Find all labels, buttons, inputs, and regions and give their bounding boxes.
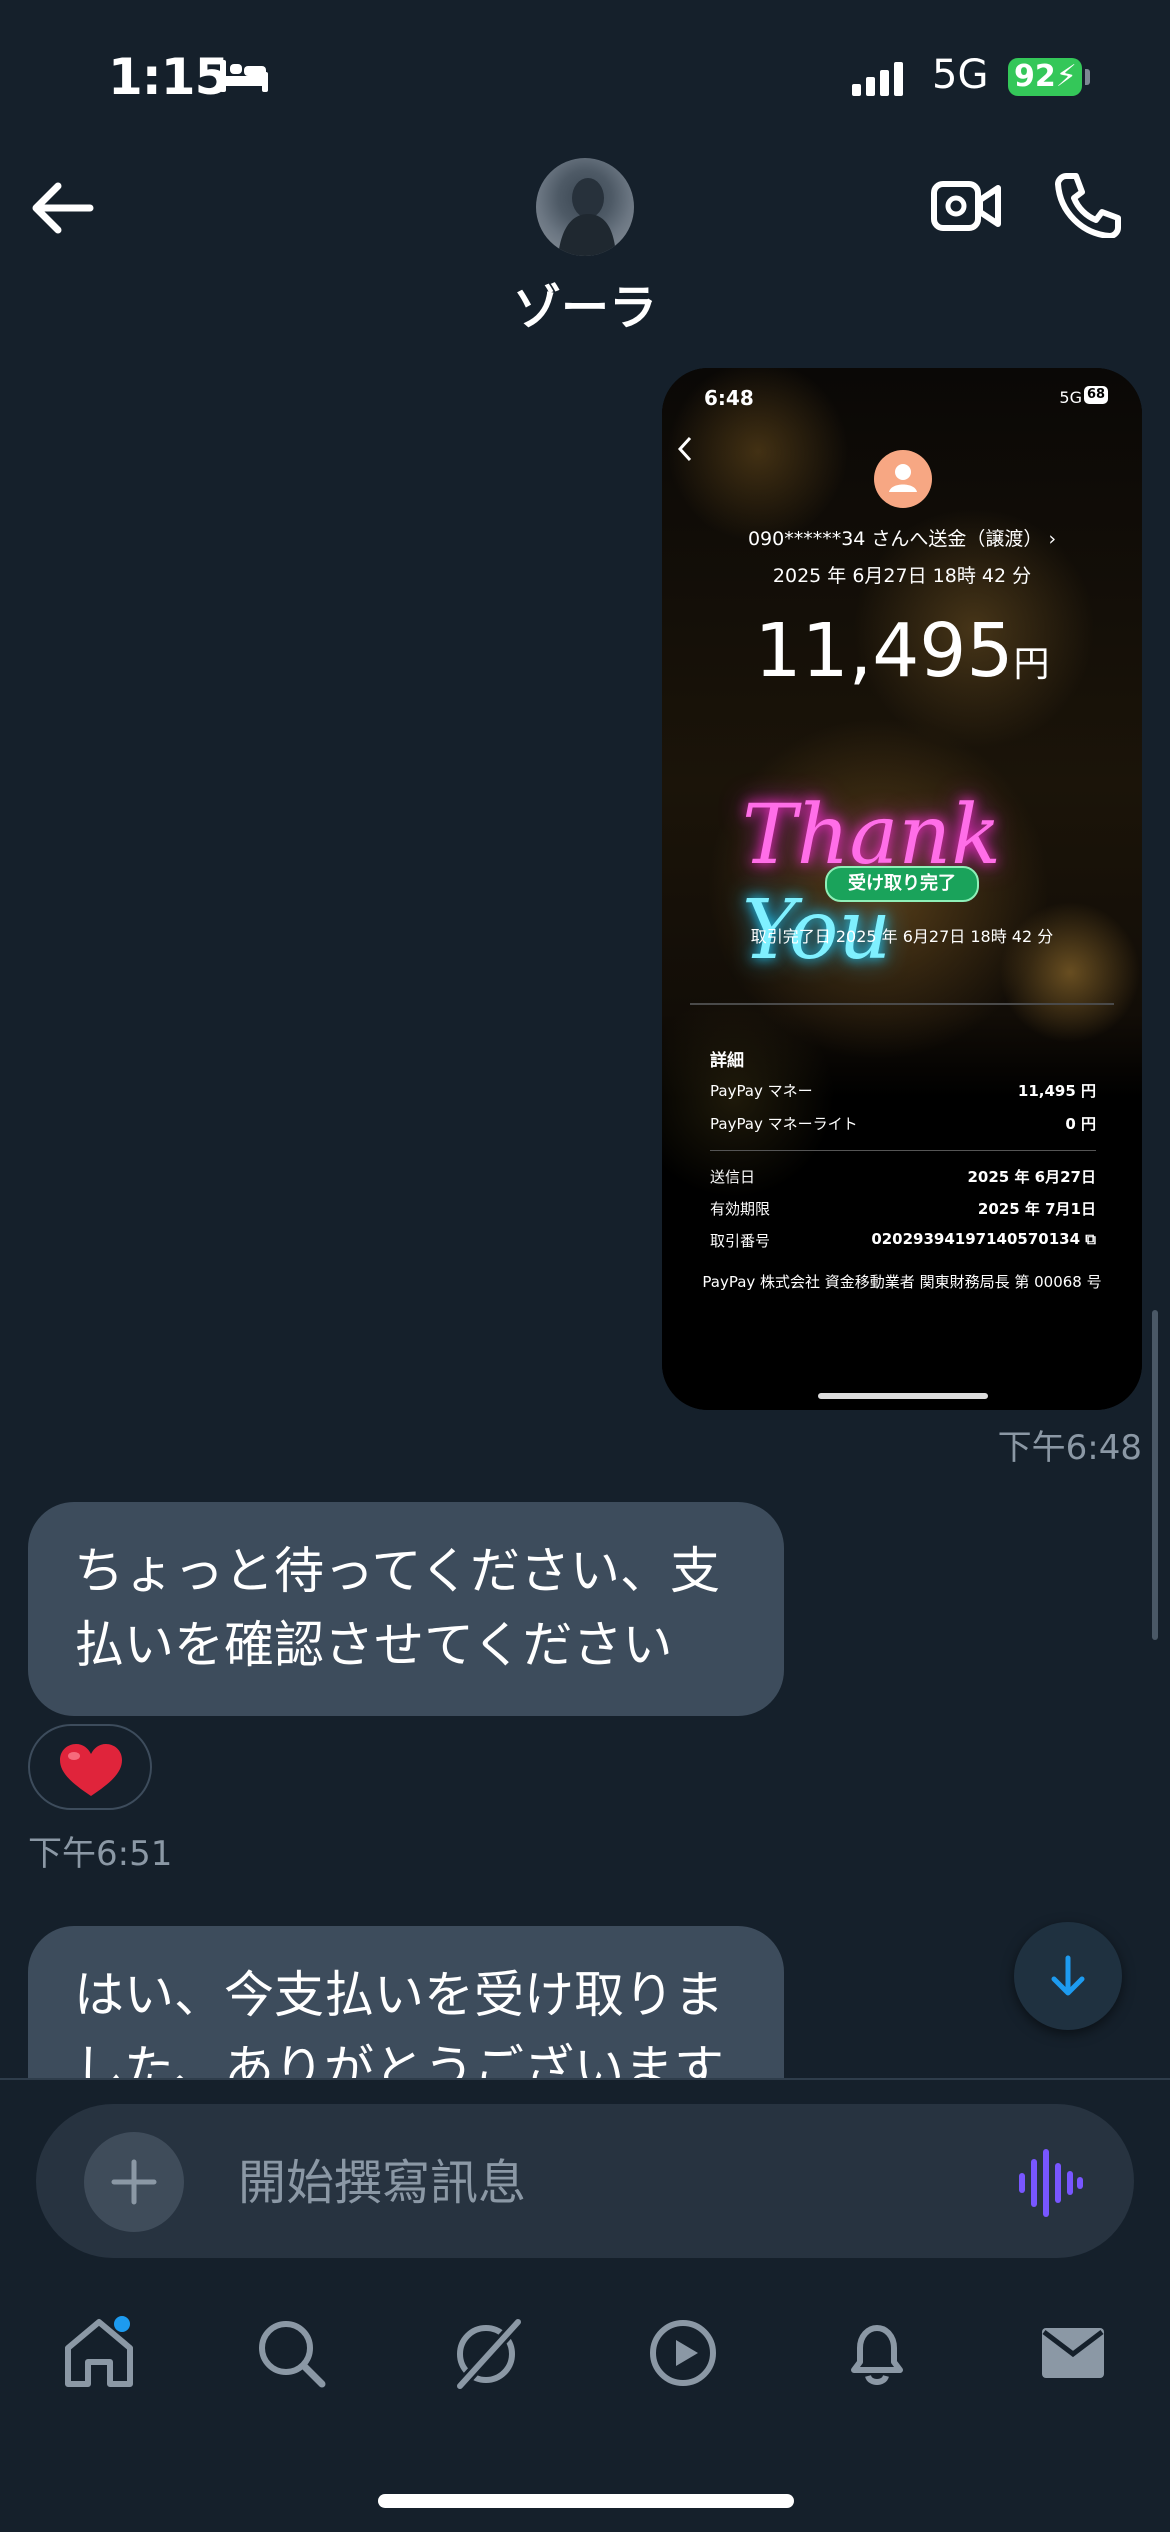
battery-percent: 92 [1014, 59, 1056, 94]
image-home-indicator [818, 1393, 988, 1399]
video-call-icon[interactable] [930, 176, 1002, 236]
battery-cap [1085, 69, 1090, 85]
image-detail-row: PayPay マネー 11,495 円 [710, 1080, 1096, 1101]
heart-icon [60, 1744, 122, 1796]
scrollbar[interactable] [1152, 1310, 1158, 1640]
search-icon[interactable] [254, 2316, 328, 2390]
image-amount: 11,495円 [662, 608, 1142, 694]
payment-screenshot-image[interactable]: 6:48 5G 68 090******34 さんへ送金（譲渡） › 2025 … [662, 368, 1142, 1410]
cell-signal-icon [852, 62, 903, 96]
arrow-down-icon [1051, 1955, 1085, 1996]
row-value: 2025 年 7月1日 [977, 1200, 1096, 1218]
row-value: 11,495 円 [1017, 1082, 1096, 1100]
image-divider [690, 1003, 1114, 1005]
battery-level: 92⚡ [1008, 58, 1082, 96]
messages-icon[interactable] [1036, 2316, 1110, 2390]
received-message[interactable]: はい、今支払いを受け取りました、ありがとうございます [28, 1926, 784, 2078]
composer-divider [0, 2078, 1170, 2080]
video-icon[interactable] [646, 2316, 720, 2390]
image-status-battery: 68 [1084, 386, 1108, 404]
message-timestamp: 下午6:51 [28, 1834, 173, 1874]
message-input[interactable] [236, 2148, 940, 2218]
image-completed-date: 取引完了日 2025 年 6月27日 18時 42 分 [750, 927, 1054, 946]
row-label: 有効期限 [710, 1200, 771, 1218]
voice-message-icon[interactable] [1016, 2148, 1084, 2218]
scroll-to-bottom-button[interactable] [1014, 1922, 1122, 2030]
image-status-network: 5G [1059, 388, 1082, 407]
row-label: PayPay マネー [710, 1082, 813, 1100]
home-icon[interactable] [62, 2316, 136, 2390]
image-amount-value: 11,495 [754, 608, 1014, 694]
image-footer: PayPay 株式会社 資金移動業者 関東財務局長 第 00068 号 [702, 1273, 1102, 1291]
image-detail-row: 有効期限 2025 年 7月1日 [710, 1198, 1096, 1219]
grok-icon[interactable] [450, 2316, 524, 2390]
row-value: 2025 年 6月27日 [967, 1168, 1096, 1186]
plus-icon [111, 2159, 157, 2205]
back-arrow-icon[interactable] [28, 178, 98, 238]
message-clip: はい、今支払いを受け取りました、ありがとうございます [28, 1926, 784, 2078]
row-label: PayPay マネーライト [710, 1115, 858, 1133]
row-label: 取引番号 [710, 1232, 771, 1250]
contact-avatar[interactable] [536, 158, 634, 256]
image-back-icon [677, 436, 692, 462]
image-recipient-avatar [874, 450, 932, 508]
image-detail-row: 送信日 2025 年 6月27日 [710, 1166, 1096, 1187]
image-detail-row: PayPay マネーライト 0 円 [710, 1113, 1096, 1134]
row-value: 0 円 [1065, 1115, 1096, 1133]
image-details-title: 詳細 [710, 1051, 744, 1071]
image-recipient: 090******34 さんへ送金（譲渡） › [747, 528, 1057, 550]
heart-reaction[interactable] [28, 1724, 152, 1810]
transaction-id: 02029394197140570134 [871, 1230, 1081, 1248]
image-recipient-text: 090******34 さんへ送金（譲渡） [747, 528, 1043, 550]
row-label: 送信日 [710, 1168, 756, 1186]
notifications-icon[interactable] [840, 2316, 914, 2390]
image-divider [710, 1150, 1096, 1151]
received-badge: 受け取り完了 [825, 866, 979, 902]
add-media-button[interactable] [84, 2132, 184, 2232]
message-timestamp: 下午6:48 [997, 1428, 1142, 1468]
image-status-time: 6:48 [704, 386, 754, 410]
received-message[interactable]: ちょっと待ってください、支払いを確認させてください [28, 1502, 784, 1716]
image-currency: 円 [1013, 644, 1050, 685]
image-date: 2025 年 6月27日 18時 42 分 [772, 565, 1032, 587]
row-value: 02029394197140570134 ⧉ [871, 1230, 1096, 1248]
network-type: 5G [932, 52, 989, 98]
image-detail-row: 取引番号 02029394197140570134 ⧉ [710, 1230, 1096, 1251]
status-time: 1:15 [108, 48, 229, 106]
contact-name[interactable]: ゾーラ [385, 268, 785, 338]
sleep-focus-icon [220, 60, 268, 92]
home-indicator [378, 2494, 794, 2508]
phone-call-icon[interactable] [1052, 172, 1122, 238]
